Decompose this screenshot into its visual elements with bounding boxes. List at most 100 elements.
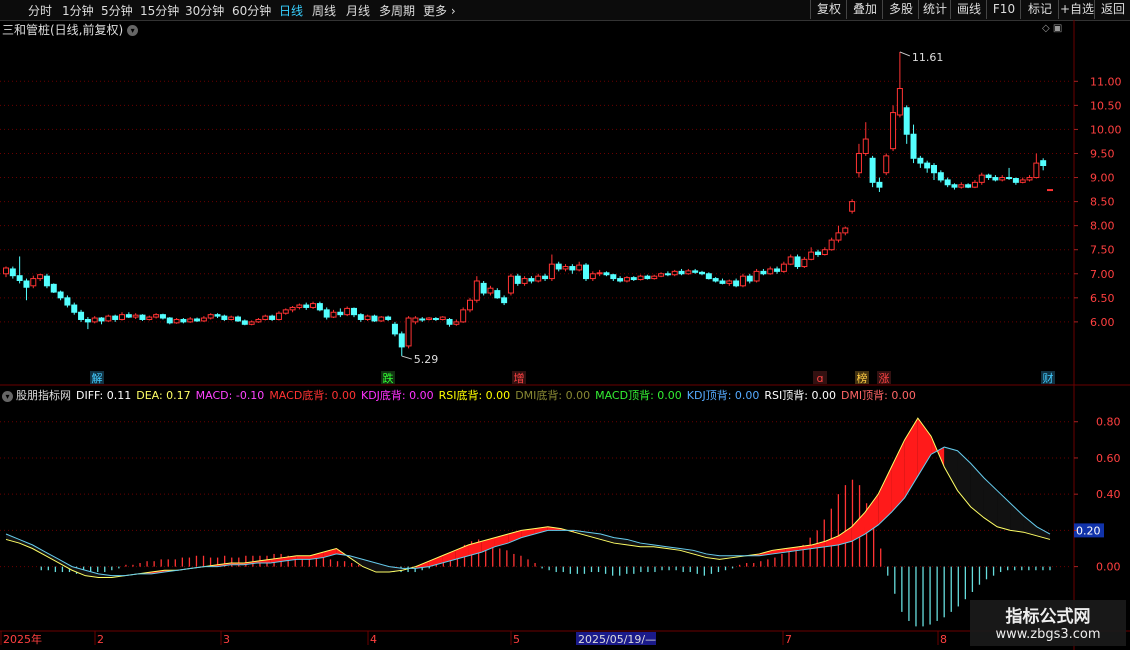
macd-fill [904, 418, 918, 498]
date-tick: 3 [223, 633, 230, 646]
candle [43, 273, 50, 289]
candle [712, 277, 719, 283]
candle [664, 271, 671, 277]
candle [323, 307, 330, 320]
candle [630, 276, 637, 281]
candle [719, 278, 726, 285]
candle [828, 237, 835, 251]
candle [507, 273, 514, 296]
macd-fill [864, 494, 879, 535]
candle [617, 276, 624, 283]
chevron-down-icon[interactable]: ▾ [2, 390, 13, 402]
candle [248, 320, 255, 326]
candle [119, 312, 125, 321]
candle [596, 269, 603, 277]
price-tick: 7.00 [1090, 268, 1115, 281]
candle [139, 314, 146, 321]
candle [999, 175, 1006, 182]
candle [37, 273, 44, 281]
candle [228, 315, 235, 321]
candle [473, 276, 480, 303]
candle [562, 264, 569, 272]
candle [767, 266, 774, 275]
ind-tick: 0.20 [1076, 524, 1101, 537]
candle [1006, 167, 1013, 180]
grid-lines [0, 20, 1130, 650]
candle [269, 314, 276, 321]
candle [439, 316, 446, 321]
candle [801, 256, 808, 268]
candle [739, 273, 746, 288]
candle [235, 315, 241, 322]
candle [623, 276, 630, 283]
candle [644, 274, 651, 280]
candle [910, 124, 917, 164]
candle [692, 268, 699, 274]
candle [426, 317, 433, 321]
candle [221, 314, 228, 321]
candle [289, 306, 296, 313]
date-tick: 2025年 [3, 632, 42, 646]
price-tick: 8.50 [1090, 196, 1115, 209]
ind-tick: 0.00 [1096, 561, 1121, 574]
candle [521, 276, 528, 286]
ind-tick: 0.80 [1096, 416, 1121, 429]
event-marker: 增 [514, 371, 525, 385]
candle [951, 183, 958, 190]
date-cursor: 2025/05/19/— [578, 633, 656, 646]
price-tick: 10.00 [1090, 123, 1122, 136]
candle [105, 314, 112, 322]
indicator-name[interactable]: 股朋指标网 [16, 389, 71, 402]
candle [1019, 177, 1026, 184]
candle [494, 288, 501, 299]
price-tick: 11.00 [1090, 75, 1122, 88]
kline-chart[interactable]: 11.61 5.29 11.00 10.50 10.00 9.50 9.00 8.50 8.0… [0, 0, 1130, 650]
candle [480, 280, 487, 296]
candle [842, 226, 849, 236]
candle [98, 317, 105, 325]
macd-fill [891, 439, 905, 513]
candle [50, 283, 57, 294]
candle [985, 173, 992, 180]
candle [699, 270, 705, 276]
candle [685, 268, 692, 275]
price-tick: 9.50 [1090, 147, 1115, 160]
candle [378, 316, 385, 322]
indicator-value-8: KDJ顶背: 0.00 [686, 389, 760, 402]
candle [535, 273, 542, 283]
indicator-value-3: MACD底背: 0.00 [269, 389, 356, 402]
candle [30, 275, 37, 289]
candle [794, 254, 801, 269]
price-tick: 7.50 [1090, 244, 1115, 257]
candle [282, 308, 289, 315]
candle [501, 295, 508, 306]
macd-fill [944, 447, 958, 491]
candle [153, 313, 160, 319]
candle [815, 249, 821, 257]
candle [603, 271, 610, 277]
indicator-value-6: DMI底背: 0.00 [515, 389, 591, 402]
price-tick: 9.00 [1090, 172, 1115, 185]
date-tick: 8 [940, 633, 947, 646]
candle [542, 273, 549, 281]
candle [589, 271, 596, 281]
watermark: 指标公式网 www.zbgs3.com [970, 600, 1126, 646]
candle [1026, 175, 1033, 182]
candle [958, 182, 965, 189]
candle [132, 313, 139, 319]
candle [610, 273, 617, 281]
candle [746, 273, 753, 284]
candle [296, 303, 303, 310]
macd-fill [693, 550, 707, 558]
candle [364, 314, 371, 321]
candle [965, 183, 972, 189]
candle [890, 105, 897, 152]
candle [166, 317, 173, 325]
candle [460, 307, 467, 323]
candle [780, 261, 787, 273]
candle [405, 316, 412, 349]
candle [883, 153, 890, 176]
indicator-value-0: DIFF: 0.11 [76, 389, 132, 402]
candle [351, 307, 357, 318]
indicator-series [5, 417, 1051, 627]
